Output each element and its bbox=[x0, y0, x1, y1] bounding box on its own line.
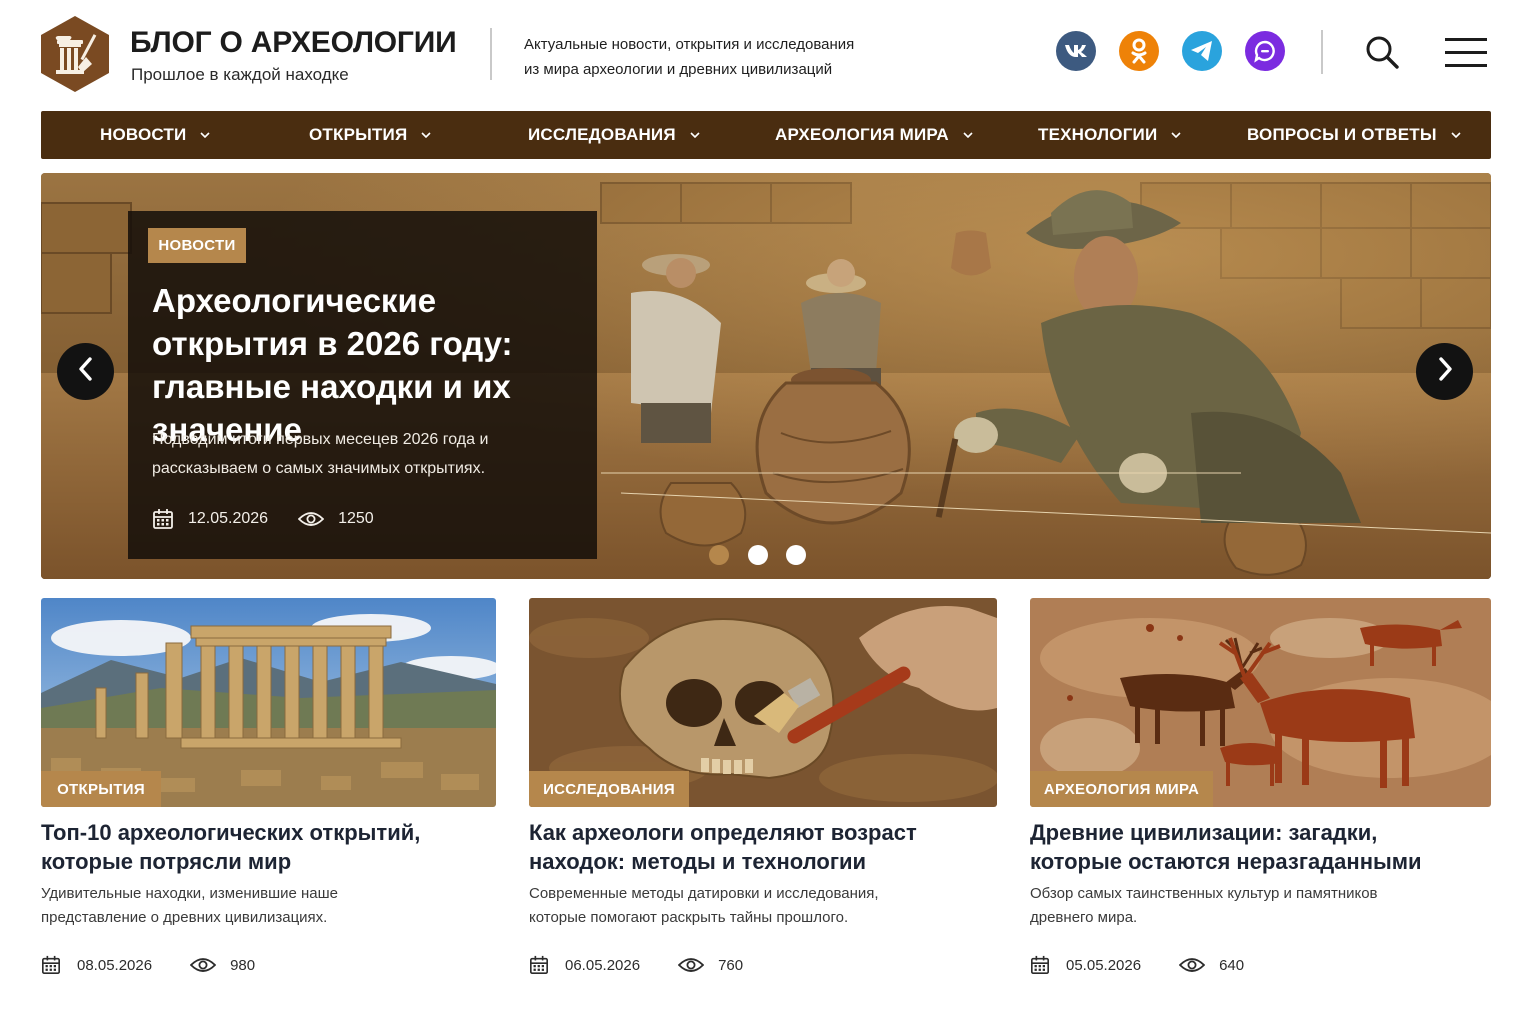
article-excerpt-line: Обзор самых таинственных культур и памят… bbox=[1030, 885, 1378, 902]
article-title[interactable]: Топ-10 археологических открытий, которые… bbox=[41, 818, 420, 876]
nav-item-faq[interactable]: ВОПРОСЫ И ОТВЕТЫ bbox=[1247, 111, 1461, 159]
tagline-line: из мира археологии и древних цивилизаций bbox=[524, 61, 833, 78]
post-date: 12.05.2026 bbox=[188, 510, 269, 527]
chevron-down-icon bbox=[421, 132, 431, 138]
calendar-icon bbox=[529, 955, 549, 975]
header-divider bbox=[1321, 30, 1323, 74]
slider-next-button[interactable] bbox=[1416, 343, 1473, 400]
article-title[interactable]: Древние цивилизации: загадки, которые ос… bbox=[1030, 818, 1422, 876]
max-messenger-icon[interactable] bbox=[1245, 31, 1285, 71]
nav-item-label: ТЕХНОЛОГИИ bbox=[1038, 125, 1158, 144]
article-excerpt-line: Удивительные находки, изменившие наше bbox=[41, 885, 338, 902]
slider-dot[interactable] bbox=[786, 545, 806, 565]
article-title-line: которые потрясли мир bbox=[41, 849, 292, 874]
chevron-left-icon bbox=[78, 357, 94, 386]
article-title-line: Топ-10 археологических открытий, bbox=[41, 820, 421, 845]
nav-item-discoveries[interactable]: ОТКРЫТИЯ bbox=[309, 111, 431, 159]
chevron-down-icon bbox=[690, 132, 700, 138]
article-excerpt: Обзор самых таинственных культур и памят… bbox=[1030, 882, 1378, 930]
category-badge[interactable]: ОТКРЫТИЯ bbox=[41, 771, 161, 807]
hero-card: НОВОСТИ Археологические открытия в 2026 … bbox=[128, 211, 597, 559]
article-meta: 05.05.2026 640 bbox=[1030, 954, 1244, 976]
chevron-down-icon bbox=[1451, 132, 1461, 138]
eye-icon bbox=[298, 511, 325, 527]
category-badge[interactable]: НОВОСТИ bbox=[148, 228, 246, 263]
article-title-line: Как археологи определяют возраст bbox=[529, 820, 917, 845]
hero-excerpt: Подводим итоги первых месецев 2026 года … bbox=[152, 431, 489, 477]
tagline-line: Актуальные новости, открытия и исследова… bbox=[524, 36, 855, 53]
chevron-right-icon bbox=[1437, 357, 1453, 386]
header-divider bbox=[490, 28, 492, 80]
calendar-icon bbox=[1030, 955, 1050, 975]
post-date: 08.05.2026 bbox=[77, 956, 153, 974]
nav-item-research[interactable]: ИССЛЕДОВАНИЯ bbox=[528, 111, 700, 159]
site-title[interactable]: БЛОГ О АРХЕОЛОГИИ bbox=[130, 26, 457, 60]
article-meta: 08.05.2026 980 bbox=[41, 954, 255, 976]
category-badge[interactable]: АРХЕОЛОГИЯ МИРА bbox=[1030, 771, 1213, 807]
site-tagline: Актуальные новости, открытия и исследова… bbox=[524, 32, 854, 82]
slider-dot[interactable] bbox=[709, 545, 729, 565]
article-excerpt-line: Современные методы датировки и исследова… bbox=[529, 885, 879, 902]
nav-item-label: НОВОСТИ bbox=[100, 125, 187, 144]
slider-prev-button[interactable] bbox=[57, 343, 114, 400]
logo-icon[interactable] bbox=[40, 15, 110, 93]
telegram-icon[interactable] bbox=[1182, 31, 1222, 71]
eye-icon bbox=[190, 957, 217, 973]
nav-item-news[interactable]: НОВОСТИ bbox=[100, 111, 211, 159]
chevron-down-icon bbox=[963, 132, 973, 138]
post-date: 06.05.2026 bbox=[565, 956, 641, 974]
article-excerpt: Удивительные находки, изменившие наше пр… bbox=[41, 882, 338, 930]
post-views: 980 bbox=[230, 956, 256, 974]
slider-dot[interactable] bbox=[748, 545, 768, 565]
nav-item-label: ОТКРЫТИЯ bbox=[309, 125, 408, 144]
post-views: 640 bbox=[1219, 956, 1245, 974]
article-excerpt-line: которые помогают раскрыть тайны прошлого… bbox=[529, 909, 849, 926]
main-navigation: НОВОСТИ ОТКРЫТИЯ ИССЛЕДОВАНИЯ АРХЕОЛОГИЯ… bbox=[41, 111, 1491, 159]
article-excerpt-line: древнего мира. bbox=[1030, 909, 1138, 926]
article-meta: 06.05.2026 760 bbox=[529, 954, 743, 976]
article-title-line: Древние цивилизации: загадки, bbox=[1030, 820, 1378, 845]
calendar-icon bbox=[152, 508, 174, 530]
search-icon[interactable] bbox=[1362, 32, 1402, 72]
article-title-line: находок: методы и технологии bbox=[529, 849, 867, 874]
eye-icon bbox=[1179, 957, 1206, 973]
post-date: 05.05.2026 bbox=[1066, 956, 1142, 974]
post-views: 1250 bbox=[338, 510, 374, 527]
article-image[interactable]: ОТКРЫТИЯ bbox=[41, 598, 496, 807]
hero-slider[interactable]: НОВОСТИ Археологические открытия в 2026 … bbox=[41, 173, 1491, 579]
chevron-down-icon bbox=[1171, 132, 1181, 138]
article-excerpt-line: представление о древних цивилизациях. bbox=[41, 909, 328, 926]
menu-icon[interactable] bbox=[1444, 34, 1488, 70]
hero-meta: 12.05.2026 1250 bbox=[152, 507, 374, 531]
article-image[interactable]: ИССЛЕДОВАНИЯ bbox=[529, 598, 997, 807]
nav-item-label: ИССЛЕДОВАНИЯ bbox=[528, 125, 676, 144]
calendar-icon bbox=[41, 955, 61, 975]
article-excerpt: Современные методы датировки и исследова… bbox=[529, 882, 879, 930]
post-views: 760 bbox=[718, 956, 744, 974]
nav-item-label: АРХЕОЛОГИЯ МИРА bbox=[775, 125, 949, 144]
chevron-down-icon bbox=[200, 132, 211, 138]
ok-icon[interactable] bbox=[1119, 31, 1159, 71]
article-title[interactable]: Как археологи определяют возраст находок… bbox=[529, 818, 917, 876]
site-header: БЛОГ О АРХЕОЛОГИИ Прошлое в каждой наход… bbox=[0, 0, 1536, 104]
nav-item-world-archaeology[interactable]: АРХЕОЛОГИЯ МИРА bbox=[775, 111, 973, 159]
article-title-line: которые остаются неразгаданными bbox=[1030, 849, 1422, 874]
site-subtitle: Прошлое в каждой находке bbox=[131, 65, 349, 84]
vk-icon[interactable] bbox=[1056, 31, 1096, 71]
category-badge[interactable]: ИССЛЕДОВАНИЯ bbox=[529, 771, 689, 807]
article-image[interactable]: АРХЕОЛОГИЯ МИРА bbox=[1030, 598, 1491, 807]
nav-item-label: ВОПРОСЫ И ОТВЕТЫ bbox=[1247, 125, 1437, 144]
eye-icon bbox=[678, 957, 705, 973]
nav-item-technologies[interactable]: ТЕХНОЛОГИИ bbox=[1038, 111, 1181, 159]
